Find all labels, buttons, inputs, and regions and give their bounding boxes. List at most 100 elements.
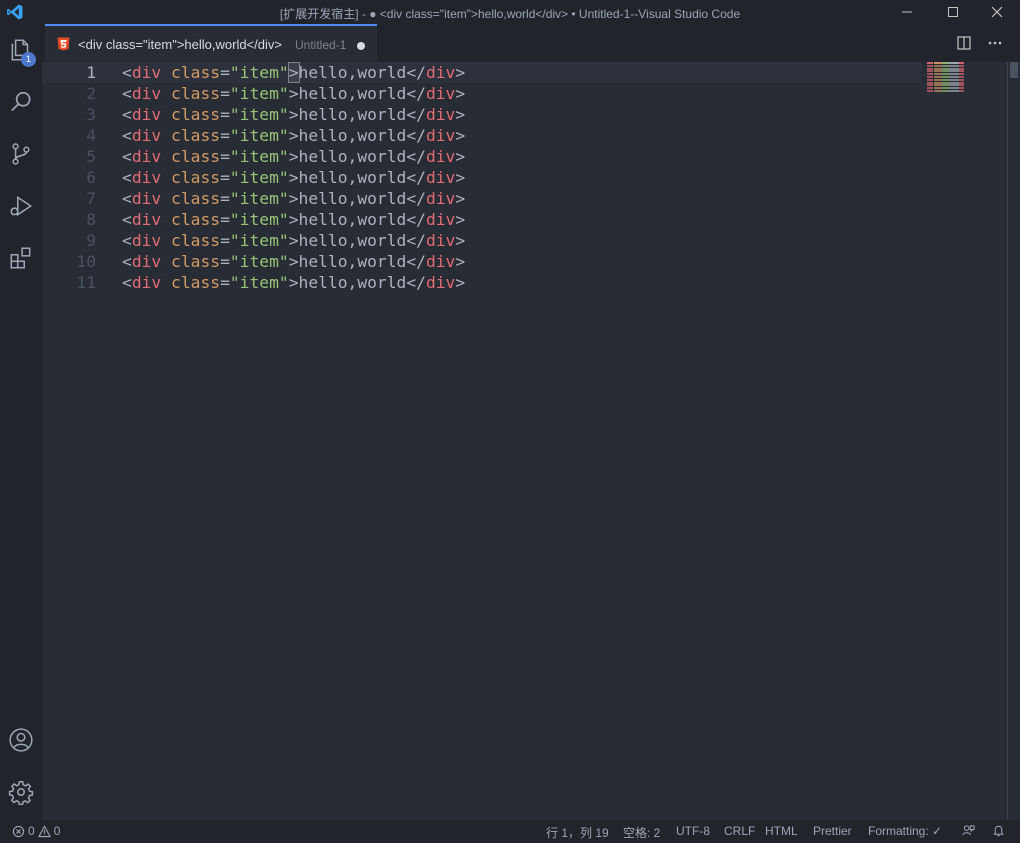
- feedback-button[interactable]: [962, 824, 975, 837]
- code-text: <div class="item">hello,world</div>: [122, 83, 465, 104]
- code-line[interactable]: 10 <div class="item">hello,world</div>: [42, 251, 922, 272]
- encoding-status[interactable]: UTF-8: [676, 824, 710, 838]
- formatting-status[interactable]: Formatting: ✓: [868, 824, 942, 838]
- activity-manage[interactable]: [0, 768, 42, 816]
- minimap-line: [927, 87, 933, 90]
- code-line[interactable]: 6 <div class="item">hello,world</div>: [42, 167, 922, 188]
- code-token: "item": [229, 273, 289, 292]
- minimap-line: [934, 76, 942, 78]
- maximize-button[interactable]: [930, 0, 976, 24]
- activity-extensions[interactable]: [0, 234, 42, 282]
- code-token: =: [220, 105, 230, 124]
- scrollbar-thumb[interactable]: [1010, 62, 1018, 78]
- line-number[interactable]: 5: [42, 146, 96, 167]
- code-token: hello,world: [298, 126, 407, 145]
- code-line[interactable]: 7 <div class="item">hello,world</div>: [42, 188, 922, 209]
- minimap-line: [959, 87, 964, 90]
- cursor-position[interactable]: 行 1，列 19: [546, 824, 609, 841]
- code-token: =: [220, 231, 230, 250]
- line-number[interactable]: 3: [42, 104, 96, 125]
- code-line[interactable]: 8 <div class="item">hello,world</div>: [42, 209, 922, 230]
- code-line[interactable]: 5 <div class="item">hello,world</div>: [42, 146, 922, 167]
- tab-untitled-1[interactable]: <div class="item">hello,world</div> Unti…: [45, 24, 377, 62]
- minimap-line: [949, 67, 959, 70]
- code-line[interactable]: 2 <div class="item">hello,world</div>: [42, 83, 922, 104]
- code-token: =: [220, 210, 230, 229]
- line-number[interactable]: 10: [42, 251, 96, 272]
- code-token: div: [425, 84, 456, 103]
- code-token: >: [288, 126, 299, 145]
- minimap-line: [959, 90, 964, 92]
- code-token: >: [455, 231, 466, 250]
- activity-search[interactable]: [0, 78, 42, 126]
- line-number[interactable]: 6: [42, 167, 96, 188]
- line-number[interactable]: 9: [42, 230, 96, 251]
- code-token: "item": [229, 252, 289, 271]
- minimap-line: [934, 81, 942, 84]
- code-token: >: [455, 84, 466, 103]
- activity-accounts[interactable]: [0, 716, 42, 764]
- code-token: >: [287, 62, 300, 83]
- code-line[interactable]: 9 <div class="item">hello,world</div>: [42, 230, 922, 251]
- split-editor-button[interactable]: [955, 34, 973, 52]
- line-number[interactable]: 4: [42, 125, 96, 146]
- editor[interactable]: 1 <div class="item">hello,world</div> 2 <di…: [42, 62, 1020, 820]
- code-token: =: [220, 63, 230, 82]
- code-text: <div class="item">hello,world</div>: [122, 209, 465, 230]
- code-line[interactable]: 4 <div class="item">hello,world</div>: [42, 125, 922, 146]
- eol-status[interactable]: CRLF: [724, 824, 755, 838]
- notifications-button[interactable]: [992, 824, 1005, 837]
- indentation-status[interactable]: 空格: 2: [623, 824, 660, 841]
- code-line[interactable]: 11 <div class="item">hello,world</div>: [42, 272, 922, 293]
- code-token: hello,world: [298, 231, 407, 250]
- minimap-line: [959, 81, 964, 84]
- unsaved-dot-icon[interactable]: [357, 42, 365, 50]
- code-token: div: [425, 126, 456, 145]
- code-token: div: [425, 210, 456, 229]
- line-number[interactable]: 11: [42, 272, 96, 293]
- code-token: class: [171, 147, 221, 166]
- close-button[interactable]: [974, 0, 1020, 24]
- code-token: class: [171, 126, 221, 145]
- formatter-status[interactable]: Prettier: [813, 824, 852, 838]
- minimize-icon: [902, 11, 912, 13]
- activity-run-debug[interactable]: [0, 182, 42, 230]
- status-bar: 0 0 行 1，列 19 空格: 2 UTF-8 CRLF HTML Prett…: [0, 820, 1020, 843]
- gear-icon: [8, 780, 34, 805]
- more-actions-button[interactable]: [986, 34, 1004, 52]
- vertical-scrollbar[interactable]: [1007, 62, 1020, 820]
- minimap-line: [959, 76, 964, 78]
- code-token: =: [220, 168, 230, 187]
- search-icon: [11, 91, 31, 112]
- extensions-icon: [10, 247, 31, 269]
- code-token: =: [220, 252, 230, 271]
- activity-bar: 1: [0, 24, 42, 820]
- code-token: hello,world: [298, 210, 407, 229]
- problems-status[interactable]: 0 0: [12, 824, 60, 838]
- minimap[interactable]: [927, 62, 967, 94]
- code-token: </: [406, 189, 426, 208]
- code-token: >: [288, 168, 299, 187]
- line-number[interactable]: 1: [42, 62, 96, 83]
- minimap-line: [942, 81, 949, 84]
- line-number[interactable]: 2: [42, 83, 96, 104]
- code-token: class: [171, 273, 221, 292]
- activity-source-control[interactable]: [0, 130, 42, 178]
- run-debug-icon: [10, 195, 33, 217]
- explorer-badge: 1: [21, 52, 36, 67]
- code-line[interactable]: 3 <div class="item">hello,world</div>: [42, 104, 922, 125]
- minimap-line: [942, 67, 949, 70]
- minimap-line: [927, 70, 933, 73]
- code-token: =: [220, 84, 230, 103]
- activity-explorer[interactable]: 1: [0, 26, 42, 74]
- code-token: hello,world: [298, 63, 407, 82]
- code-token: div: [131, 147, 162, 166]
- line-number[interactable]: 8: [42, 209, 96, 230]
- code-token: div: [425, 63, 456, 82]
- line-number[interactable]: 7: [42, 188, 96, 209]
- minimize-button[interactable]: [884, 0, 930, 24]
- code-line[interactable]: 1 <div class="item">hello,world</div>: [42, 62, 922, 83]
- language-mode[interactable]: HTML: [765, 824, 798, 838]
- code-token: >: [455, 105, 466, 124]
